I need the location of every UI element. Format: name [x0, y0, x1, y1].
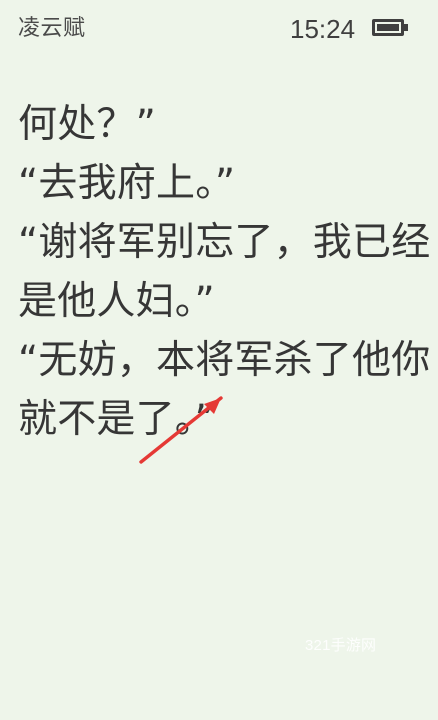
- battery-level: [377, 24, 399, 31]
- reader-screen[interactable]: 凌云赋 15:24 何处？” “去我府上。” “谢将军别忘了，我已经 是他人妇。…: [0, 0, 438, 720]
- text-line: “无妨，本将军杀了他你: [18, 338, 431, 383]
- text-line: 就不是了。”: [18, 397, 215, 442]
- text-line: 何处？”: [18, 102, 157, 147]
- text-line: 是他人妇。”: [18, 279, 215, 324]
- watermark: 321手游网: [305, 637, 377, 654]
- status-bar: 凌云赋 15:24: [0, 0, 438, 60]
- clock-time: 15:24: [290, 14, 356, 44]
- text-line: “谢将军别忘了，我已经: [18, 220, 431, 265]
- book-title: 凌云赋: [18, 16, 86, 41]
- text-line: “去我府上。”: [18, 161, 236, 206]
- book-text[interactable]: 何处？” “去我府上。” “谢将军别忘了，我已经 是他人妇。” “无妨，本将军杀…: [18, 95, 431, 449]
- battery-icon: [372, 19, 404, 36]
- battery-tip: [404, 24, 408, 31]
